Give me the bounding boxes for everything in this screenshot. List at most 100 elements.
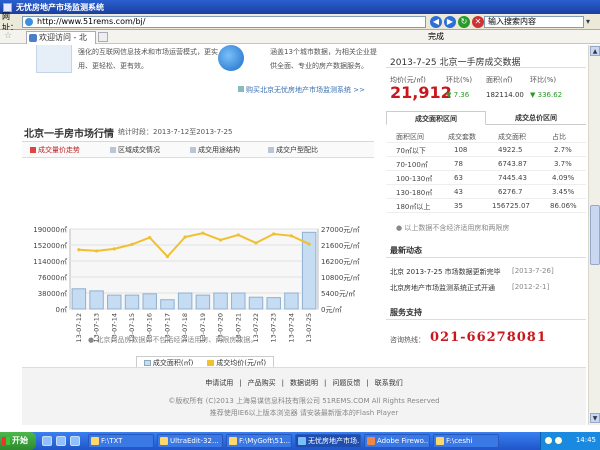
- bar-area: [177, 292, 193, 310]
- scroll-down-icon[interactable]: ▼: [590, 413, 600, 423]
- stop-icon[interactable]: ✕: [472, 16, 484, 28]
- taskbar-button[interactable]: F:\ceshi: [433, 434, 499, 448]
- forward-icon[interactable]: ▶: [444, 16, 456, 28]
- area-value: 182114.00: [486, 91, 524, 99]
- cell-range: 70㎡以下: [396, 147, 426, 155]
- tab-area-range[interactable]: 成交面积区间: [386, 111, 486, 125]
- y-left-tick-label: 38000㎡: [38, 290, 67, 298]
- chart-note-text: 北京商品房数据库不包括经济适用房、两限房数据。: [96, 336, 258, 344]
- tray-icon[interactable]: [555, 437, 562, 444]
- subtab-usage[interactable]: 成交用途结构: [190, 142, 240, 158]
- footer-link-contact[interactable]: 联系我们: [375, 379, 403, 387]
- cell-range: 100-130㎡: [396, 175, 433, 183]
- cell-units: 63: [454, 174, 463, 182]
- price-point: [218, 238, 223, 242]
- footer-link-data[interactable]: 数据说明: [290, 379, 318, 387]
- y-left-tick-label: 0㎡: [56, 306, 67, 314]
- y-right-tick-label: 5400元/㎡: [321, 290, 355, 298]
- cell-share: 3.45%: [552, 188, 575, 196]
- x-tick-label: 13-07-24: [287, 313, 295, 343]
- subtab-layout[interactable]: 成交户型配比: [268, 142, 318, 158]
- footer-sep: |: [324, 379, 327, 387]
- market-title: 北京一手房市场行情: [24, 129, 114, 140]
- taskbar-button[interactable]: Adobe Firewo...: [364, 434, 430, 448]
- footer-link-feedback[interactable]: 问题反馈: [332, 379, 360, 387]
- market-period: 统计时段：2013-7-12至2013-7-25: [118, 128, 233, 136]
- x-tick-label: 13-07-25: [305, 313, 313, 343]
- subtab-label: 成交用途结构: [198, 146, 240, 154]
- quicklaunch-media-icon[interactable]: [70, 436, 80, 446]
- news-divider: [386, 257, 586, 258]
- price-point: [201, 231, 205, 235]
- taskbar-button-label: UltraEdit-32...: [170, 437, 219, 445]
- subtab-label: 成交量价走势: [38, 146, 80, 154]
- browser-tab[interactable]: 欢迎访问 - 北: [26, 31, 96, 44]
- cell-area: 4922.5: [498, 146, 523, 154]
- news-item[interactable]: 北京 2013-7-25 市场数据更新完毕 [2013-7-26]: [390, 267, 554, 277]
- scroll-thumb[interactable]: [590, 205, 600, 265]
- y-left-tick-label: 152000㎡: [33, 242, 67, 250]
- bar-area: [195, 294, 211, 310]
- taskbar-button[interactable]: F:\MyGoft\51...: [226, 434, 292, 448]
- price-point: [289, 234, 294, 238]
- tray-icon[interactable]: [545, 437, 552, 444]
- taskbar-button-active[interactable]: 无忧房地产市场...: [295, 434, 361, 448]
- table-note: ● 以上数据不含经济适用房和两限房: [396, 224, 510, 232]
- buy-system-link[interactable]: 购买北京无忧房地产市场监测系统 >>: [238, 85, 365, 95]
- url-input[interactable]: http://www.51rems.com/bj/: [22, 16, 426, 28]
- cell-units: 78: [454, 160, 463, 168]
- new-tab-button[interactable]: [98, 32, 108, 42]
- market-subtabs: 成交量价走势 区域成交情况 成交用途结构 成交户型配比: [22, 142, 374, 158]
- subtab-price-trend[interactable]: 成交量价走势: [30, 142, 80, 158]
- service-divider: [386, 319, 586, 320]
- news-item[interactable]: 北京房地产市场监测系统正式开通 [2012-2-1]: [390, 283, 549, 293]
- y-right-tick-label: 0元/㎡: [321, 306, 342, 314]
- footer-link-trial[interactable]: 申请试用: [205, 379, 233, 387]
- load-status: 完成: [428, 32, 444, 41]
- start-button[interactable]: 开始: [0, 432, 36, 450]
- cell-share: 2.7%: [554, 146, 572, 154]
- refresh-icon[interactable]: ↻: [458, 16, 470, 28]
- cell-area: 6743.87: [498, 160, 527, 168]
- y-left-tick-label: 190000㎡: [33, 226, 67, 234]
- bullet-icon: [110, 147, 116, 153]
- page-scrollbar[interactable]: ▲ ▼: [588, 45, 600, 425]
- subtab-region[interactable]: 区域成交情况: [110, 142, 160, 158]
- th-units: 成交套数: [448, 133, 476, 141]
- taskbar-button[interactable]: UltraEdit-32...: [157, 434, 223, 448]
- taskbar-button-label: Adobe Firewo...: [377, 437, 430, 445]
- taskbar-button[interactable]: F:\TXT: [88, 434, 154, 448]
- bar-area: [231, 292, 246, 310]
- folder-icon: [436, 437, 444, 445]
- favorites-star-icon[interactable]: ☆: [4, 31, 12, 41]
- bar-area: [213, 292, 228, 310]
- search-icon[interactable]: ▾: [586, 17, 596, 27]
- x-tick-label: 13-07-23: [270, 313, 278, 343]
- bar-area: [89, 290, 104, 310]
- search-input[interactable]: 输入搜索内容: [484, 16, 584, 28]
- legend-price-label: 成交均价(元/㎡): [216, 359, 267, 367]
- news-date: [2012-2-1]: [512, 283, 550, 291]
- page-icon: [25, 18, 33, 26]
- daily-data-divider: [386, 67, 586, 68]
- service-title: 服务支持: [390, 308, 422, 317]
- table-note-text: 以上数据不含经济适用房和两限房: [404, 224, 510, 232]
- footer-link-buy[interactable]: 产品购买: [248, 379, 276, 387]
- quicklaunch-ie-icon[interactable]: [56, 436, 66, 446]
- cell-area: 156725.07: [492, 202, 530, 210]
- subtab-label: 成交户型配比: [276, 146, 318, 154]
- cell-share: 4.09%: [552, 174, 575, 182]
- back-icon[interactable]: ◀: [430, 16, 442, 28]
- area-change-value: 336.62: [537, 91, 563, 99]
- footer-browser-note: 推荐使用IE6以上版本浏览器 请安装最新版本的Flash Player: [209, 409, 399, 417]
- cell-units: 35: [454, 202, 463, 210]
- scroll-up-icon[interactable]: ▲: [590, 46, 600, 56]
- news-title: 最新动态: [390, 246, 422, 255]
- footer-sep: |: [366, 379, 369, 387]
- price-change-value: 7.36: [453, 91, 470, 99]
- subtab-label: 区域成交情况: [118, 146, 160, 154]
- range-tabs: 成交面积区间 成交总价区间: [386, 111, 586, 125]
- tab-price-range[interactable]: 成交总价区间: [486, 111, 586, 125]
- quicklaunch-desktop-icon[interactable]: [42, 436, 52, 446]
- chart-note: ● 北京商品房数据库不包括经济适用房、两限房数据。: [88, 336, 258, 344]
